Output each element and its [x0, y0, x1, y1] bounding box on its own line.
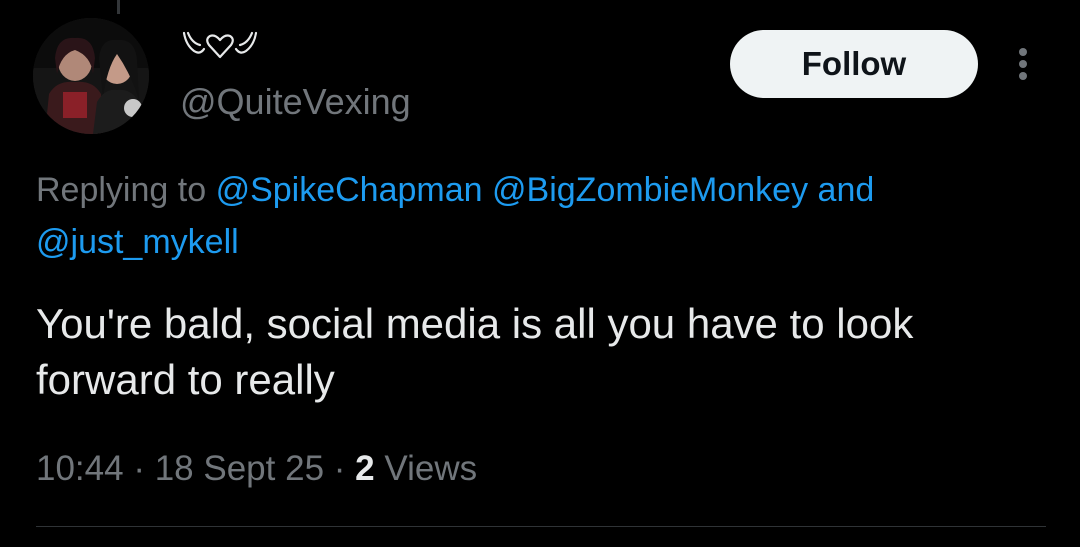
- avatar[interactable]: [33, 18, 149, 134]
- divider: [36, 526, 1046, 527]
- views-label[interactable]: Views: [384, 449, 477, 488]
- follow-button[interactable]: Follow: [730, 30, 978, 98]
- tweet-text: You're bald, social media is all you hav…: [36, 300, 914, 403]
- mention-link[interactable]: @just_mykell: [36, 223, 239, 261]
- meta-separator: ·: [333, 449, 346, 488]
- reply-context: Replying to @SpikeChapman @BigZombieMonk…: [36, 164, 1080, 268]
- meta-separator: ·: [133, 449, 145, 488]
- mention-link[interactable]: @BigZombieMonkey: [492, 171, 808, 209]
- reply-context-conjunction: and: [817, 171, 875, 209]
- tweet-date[interactable]: 18 Sept 25: [155, 449, 324, 488]
- winged-heart-icon: [180, 27, 260, 61]
- tweet-time[interactable]: 10:44: [36, 449, 124, 488]
- tweet-meta: 10:44 · 18 Sept 25 · 2 Views: [36, 446, 477, 492]
- mention-link[interactable]: @SpikeChapman: [216, 171, 483, 209]
- more-vertical-icon[interactable]: [1008, 42, 1038, 86]
- reply-context-prefix: Replying to: [36, 171, 207, 209]
- views-count[interactable]: 2: [355, 449, 374, 488]
- thread-connector-line: [117, 0, 120, 14]
- display-name[interactable]: [180, 24, 260, 64]
- author-handle[interactable]: @QuiteVexing: [180, 80, 411, 124]
